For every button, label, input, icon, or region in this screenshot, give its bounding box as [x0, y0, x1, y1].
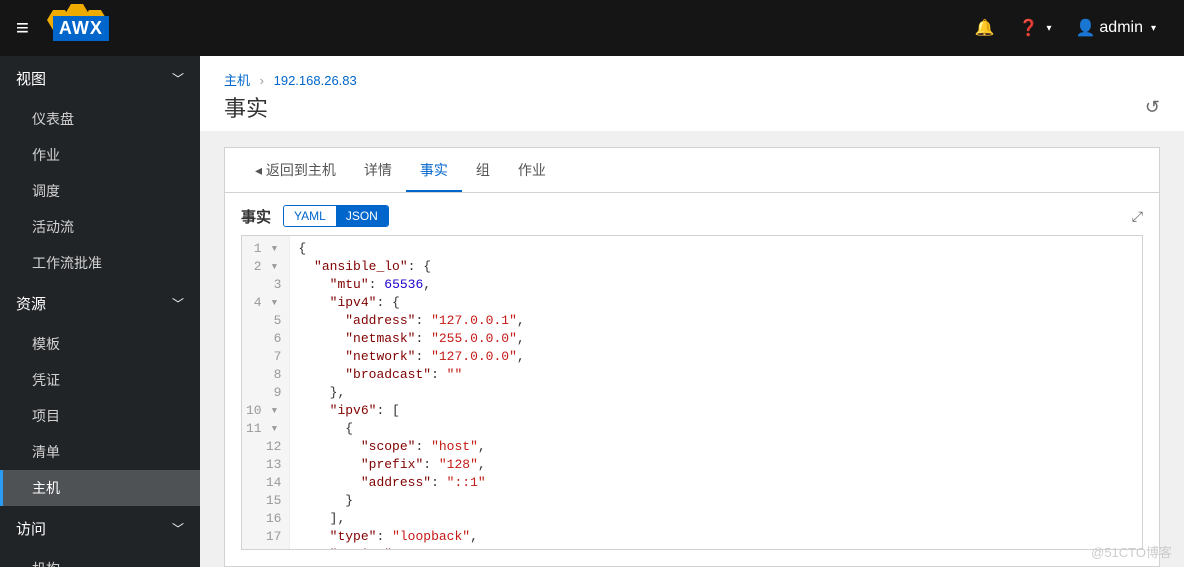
- sidebar-item[interactable]: 调度: [0, 173, 200, 209]
- code-editor[interactable]: 1 ▾2 ▾34 ▾5678910 ▾11 ▾1213141516171819 …: [241, 235, 1143, 550]
- sidebar-section[interactable]: 访问﹀: [0, 506, 200, 551]
- sidebar-item[interactable]: 仪表盘: [0, 101, 200, 137]
- tab-facts[interactable]: 事实: [406, 148, 462, 192]
- chevron-down-icon: ﹀: [172, 520, 184, 537]
- help-icon[interactable]: ❓▾: [1019, 18, 1052, 38]
- sidebar-item[interactable]: 模板: [0, 326, 200, 362]
- top-bar: ≡ AWX 🔔 ❓▾ 👤 admin ▾: [0, 0, 1184, 56]
- format-toggle: YAML JSON: [283, 205, 389, 227]
- facts-section-label: 事实: [241, 206, 271, 227]
- sidebar-item[interactable]: 活动流: [0, 209, 200, 245]
- sidebar-item[interactable]: 凭证: [0, 362, 200, 398]
- breadcrumb-root[interactable]: 主机: [224, 73, 250, 88]
- user-menu[interactable]: 👤 admin ▾: [1075, 18, 1156, 38]
- notifications-icon[interactable]: 🔔: [975, 18, 995, 38]
- tab-groups[interactable]: 组: [462, 148, 504, 192]
- chevron-down-icon: ▾: [1046, 23, 1051, 34]
- sidebar-item[interactable]: 机构: [0, 551, 200, 567]
- user-icon: 👤: [1075, 18, 1095, 38]
- sidebar-item[interactable]: 清单: [0, 434, 200, 470]
- breadcrumb-current[interactable]: 192.168.26.83: [274, 73, 357, 88]
- chevron-down-icon: ﹀: [172, 295, 184, 312]
- sidebar-item[interactable]: 作业: [0, 137, 200, 173]
- chevron-right-icon: ›: [260, 73, 264, 88]
- logo-text: AWX: [53, 16, 109, 41]
- format-json-button[interactable]: JSON: [336, 206, 388, 226]
- main-content: 主机 › 192.168.26.83 事实 ↺ 返回到主机 详情 事实 组 作业: [200, 56, 1184, 567]
- sidebar-item[interactable]: 项目: [0, 398, 200, 434]
- chevron-down-icon: ﹀: [172, 70, 184, 87]
- tab-detail[interactable]: 详情: [350, 148, 406, 192]
- logo[interactable]: AWX: [41, 8, 121, 48]
- sidebar-section[interactable]: 资源﹀: [0, 281, 200, 326]
- tab-bar: 返回到主机 详情 事实 组 作业: [225, 148, 1159, 193]
- menu-toggle-icon[interactable]: ≡: [16, 15, 29, 41]
- sidebar-item[interactable]: 工作流批准: [0, 245, 200, 281]
- tab-jobs[interactable]: 作业: [504, 148, 560, 192]
- format-yaml-button[interactable]: YAML: [284, 206, 336, 226]
- expand-icon[interactable]: ⤢: [1132, 208, 1143, 225]
- tab-back-to-hosts[interactable]: 返回到主机: [241, 148, 350, 192]
- history-icon[interactable]: ↺: [1145, 97, 1160, 118]
- page-title: 事实: [224, 91, 268, 123]
- sidebar: 视图﹀仪表盘作业调度活动流工作流批准资源﹀模板凭证项目清单主机访问﹀机构用户团队: [0, 56, 200, 567]
- sidebar-item[interactable]: 主机: [0, 470, 200, 506]
- line-gutter: 1 ▾2 ▾34 ▾5678910 ▾11 ▾1213141516171819: [242, 236, 290, 549]
- code-content[interactable]: { "ansible_lo": { "mtu": 65536, "ipv4": …: [290, 236, 532, 549]
- breadcrumb: 主机 › 192.168.26.83: [224, 70, 1160, 89]
- user-label: admin: [1099, 19, 1143, 37]
- content-card: 返回到主机 详情 事实 组 作业 事实 YAML JSON ⤢: [224, 147, 1160, 567]
- chevron-down-icon: ▾: [1151, 23, 1156, 34]
- sidebar-section[interactable]: 视图﹀: [0, 56, 200, 101]
